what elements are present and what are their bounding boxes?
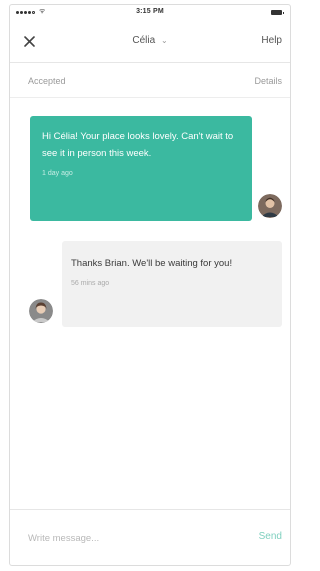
- conversation-title[interactable]: Célia ⌄: [10, 35, 290, 46]
- send-button[interactable]: Send: [259, 531, 282, 542]
- message-input[interactable]: [28, 530, 228, 546]
- message-composer: Send: [10, 509, 290, 565]
- help-button[interactable]: Help: [261, 35, 282, 46]
- message-text: Thanks Brian. We'll be waiting for you!: [71, 258, 233, 269]
- user-avatar[interactable]: [258, 194, 282, 218]
- outgoing-message-bubble: Hi Célia! Your place looks lovely. Can't…: [30, 116, 252, 221]
- phone-screen: ᯤ 3:15 PM Célia ⌄ Help Accepted Details …: [9, 4, 291, 566]
- host-name: Célia: [132, 35, 156, 46]
- navigation-bar: Célia ⌄ Help: [10, 21, 290, 63]
- battery-icon: [271, 10, 284, 15]
- status-time: 3:15 PM: [136, 8, 164, 15]
- message-timestamp: 1 day ago: [42, 170, 73, 177]
- status-bar: ᯤ 3:15 PM: [10, 5, 290, 21]
- chevron-down-icon: ⌄: [160, 36, 168, 45]
- close-icon[interactable]: [22, 34, 38, 50]
- user-avatar[interactable]: [29, 299, 53, 323]
- incoming-message-bubble: Thanks Brian. We'll be waiting for you! …: [62, 241, 282, 327]
- message-timestamp: 56 mins ago: [71, 280, 110, 287]
- details-link[interactable]: Details: [254, 76, 282, 86]
- message-text: Hi Célia! Your place looks lovely. Can't…: [42, 131, 234, 159]
- reservation-status: Accepted: [28, 76, 66, 86]
- reservation-status-bar: Accepted Details: [10, 64, 290, 98]
